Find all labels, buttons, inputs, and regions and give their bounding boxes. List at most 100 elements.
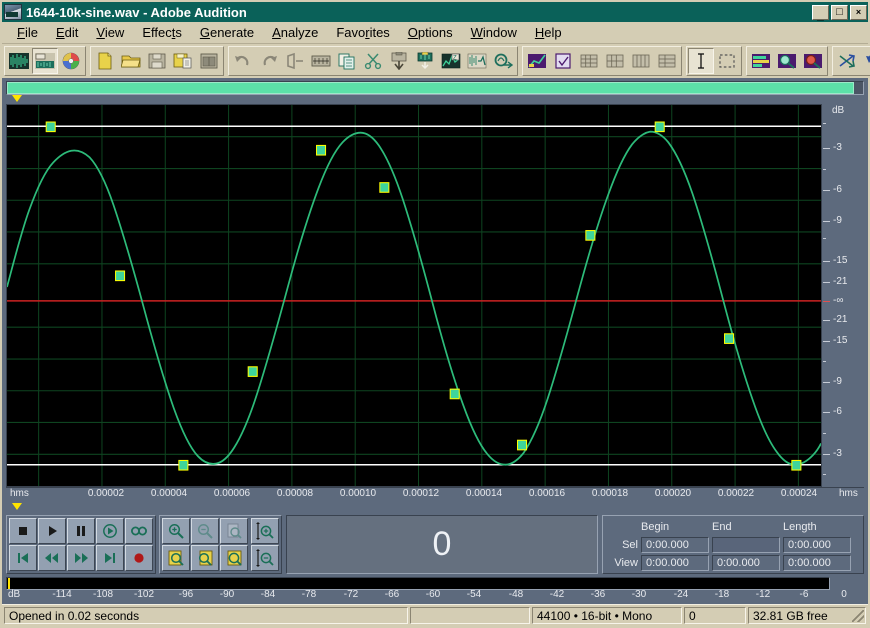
close-button[interactable]: × [850, 4, 867, 20]
range-scrollbar-thumb[interactable] [7, 82, 855, 94]
playhead-marker-top-icon[interactable] [12, 95, 22, 102]
phase-analysis-button[interactable] [800, 48, 826, 74]
undo-button[interactable] [230, 48, 256, 74]
waveform-canvas[interactable] [6, 104, 822, 487]
selview-row-view: View 0:00.000 0:00.000 0:00.000 [606, 554, 860, 571]
level-meter-tick-label: -48 [508, 589, 524, 600]
trim-button[interactable] [282, 48, 308, 74]
menu-item-favorites[interactable]: Favorites [327, 23, 398, 42]
new-file-icon [98, 52, 112, 70]
transform-button[interactable] [834, 48, 860, 74]
zoom-to-selection-left-button[interactable] [162, 545, 190, 571]
new-file-button[interactable] [92, 48, 118, 74]
menu-item-window[interactable]: Window [462, 23, 526, 42]
db-tick-label: -3 [833, 448, 842, 460]
noise-reduction-button[interactable] [464, 48, 490, 74]
copy-button[interactable] [334, 48, 360, 74]
window-controls: _ □ × [812, 4, 867, 21]
go-to-beginning-button[interactable] [9, 545, 37, 571]
zoom-out-horizontal-button[interactable] [191, 518, 219, 544]
play-button[interactable] [38, 518, 66, 544]
stop-button[interactable] [9, 518, 37, 544]
status-file-size: 0 [684, 607, 746, 624]
level-meter-tick-label: -6 [799, 589, 809, 600]
selview-row-sel: Sel 0:00.000 0:00.000 [606, 536, 860, 553]
toolbar-group-effects-rack [832, 46, 870, 76]
toolbar: Z [2, 44, 870, 78]
level-meter-tick-label: -54 [466, 589, 482, 600]
sel-length-field[interactable]: 0:00.000 [783, 536, 851, 553]
reverse-button[interactable] [860, 48, 870, 74]
cd-view-button[interactable] [58, 48, 84, 74]
spectral-view-button[interactable] [524, 48, 550, 74]
minimize-button[interactable]: _ [812, 4, 829, 21]
frequency-analysis-button[interactable]: Z [438, 48, 464, 74]
zoom-out-full-button[interactable] [220, 518, 248, 544]
grid-lines-button[interactable] [628, 48, 654, 74]
level-meters-button[interactable] [748, 48, 774, 74]
close-icon: × [855, 6, 862, 17]
view-end-field[interactable]: 0:00.000 [712, 554, 780, 571]
save-as-button[interactable] [170, 48, 196, 74]
go-to-end-button[interactable] [96, 545, 124, 571]
sel-begin-field[interactable]: 0:00.000 [641, 536, 709, 553]
menu-item-help[interactable]: Help [526, 23, 571, 42]
redo-button[interactable] [256, 48, 282, 74]
grid-alt-button[interactable] [654, 48, 680, 74]
level-meter-unit: dB [8, 589, 21, 600]
pause-button[interactable] [67, 518, 95, 544]
show-grid-button[interactable] [576, 48, 602, 74]
time-ruler[interactable]: hms 0.00002 0.00004 0.00006 0.00008 0.00… [6, 487, 864, 502]
zoom-to-selection-button[interactable] [220, 545, 248, 571]
multitrack-view-button[interactable] [32, 48, 58, 74]
save-file-button[interactable] [144, 48, 170, 74]
mix-paste-button[interactable] [412, 48, 438, 74]
paste-button[interactable] [386, 48, 412, 74]
amplify-button[interactable] [490, 48, 516, 74]
time-display[interactable]: 0 [286, 515, 598, 574]
menu-item-analyze[interactable]: Analyze [263, 23, 327, 42]
text-cursor-tool-button[interactable] [688, 48, 714, 74]
db-tick-label: -3 [833, 142, 842, 154]
loop-play-button[interactable] [125, 518, 153, 544]
snap-grid-button[interactable] [602, 48, 628, 74]
view-length-field[interactable]: 0:00.000 [783, 554, 851, 571]
menu-item-file[interactable]: File [8, 23, 47, 42]
zoom-spectrum-button[interactable] [774, 48, 800, 74]
resize-grip-icon[interactable] [852, 610, 864, 622]
open-file-button[interactable] [118, 48, 144, 74]
sel-end-field[interactable] [712, 536, 780, 553]
zoom-out-vertical-button[interactable] [251, 545, 279, 571]
mixdown-button[interactable] [308, 48, 334, 74]
close-file-button[interactable] [196, 48, 222, 74]
frequency-analysis-icon: Z [441, 53, 461, 69]
edit-view-waveform-button[interactable] [6, 48, 32, 74]
menu-item-generate[interactable]: Generate [191, 23, 263, 42]
record-button[interactable] [125, 545, 153, 571]
view-begin-field[interactable]: 0:00.000 [641, 554, 709, 571]
menu-item-edit[interactable]: Edit [47, 23, 87, 42]
time-ruler-tick-label: 0.00006 [213, 488, 251, 499]
zoom-to-selection-right-button[interactable] [191, 545, 219, 571]
transform-icon [839, 54, 855, 68]
zoom-in-vertical-button[interactable] [251, 518, 279, 544]
rewind-button[interactable] [38, 545, 66, 571]
menu-item-effects[interactable]: Effects [133, 23, 191, 42]
fast-forward-button[interactable] [67, 545, 95, 571]
checkbox-toggle-button[interactable] [550, 48, 576, 74]
menu-item-view[interactable]: View [87, 23, 133, 42]
playhead-marker-bottom-icon[interactable] [12, 503, 22, 510]
zoom-in-horizontal-button[interactable] [162, 518, 190, 544]
marquee-select-tool-button[interactable] [714, 48, 740, 74]
redo-icon [263, 55, 277, 66]
menu-item-options[interactable]: Options [399, 23, 462, 42]
level-meter-tick-label: -114 [52, 589, 72, 600]
maximize-button[interactable]: □ [831, 4, 848, 20]
selview-label-sel: Sel [622, 538, 638, 551]
toolbar-group-view-toggles [522, 46, 682, 76]
horizontal-range-scrollbar[interactable] [6, 81, 864, 95]
play-to-end-button[interactable] [96, 518, 124, 544]
cut-button[interactable] [360, 48, 386, 74]
level-meter-track[interactable] [6, 577, 830, 590]
maximize-icon: □ [836, 5, 843, 18]
